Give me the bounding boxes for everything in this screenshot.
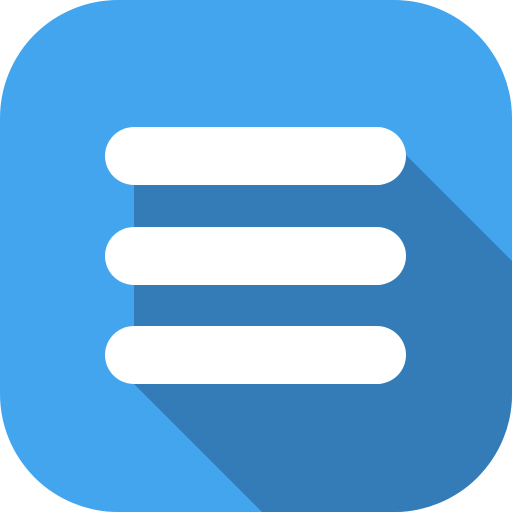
- menu-app-icon[interactable]: [0, 0, 512, 512]
- hamburger-menu-icon[interactable]: [0, 0, 512, 512]
- menu-bar-bottom: [105, 326, 406, 384]
- menu-bars: [105, 127, 406, 384]
- menu-bar-top: [105, 127, 406, 185]
- menu-bar-middle: [105, 227, 406, 285]
